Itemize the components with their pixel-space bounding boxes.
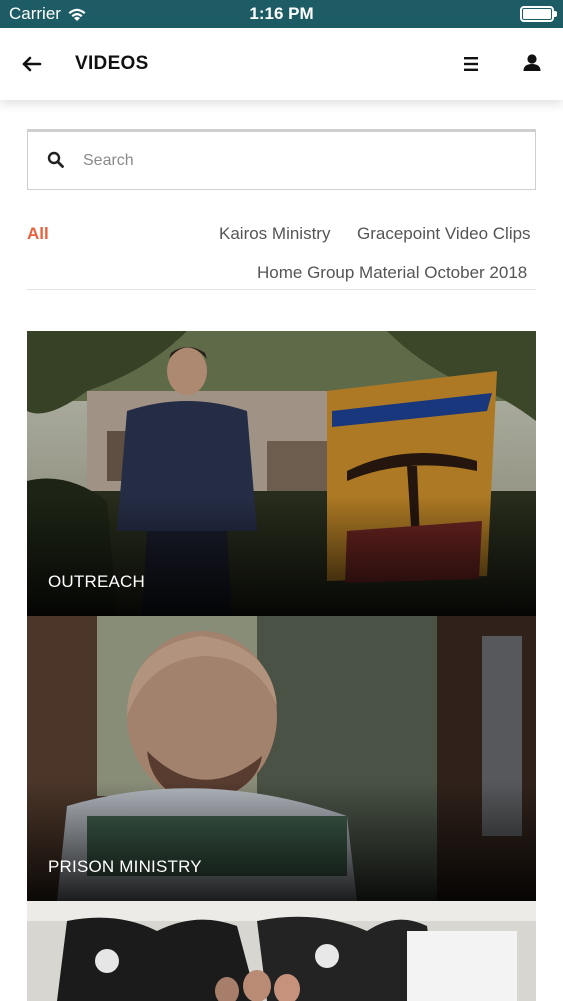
- video-card-prison-ministry[interactable]: PRISON MINISTRY: [27, 616, 536, 901]
- app-header: VIDEOS: [0, 28, 563, 100]
- status-bar: Carrier 1:16 PM: [0, 0, 563, 28]
- battery-icon: [520, 6, 557, 22]
- arrow-left-icon[interactable]: [18, 50, 46, 78]
- video-list: OUTREACH PRISON MINISTRY: [27, 331, 536, 1001]
- filter-kairos-ministry[interactable]: Kairos Ministry: [219, 224, 330, 244]
- video-title: PRISON MINISTRY: [48, 857, 202, 876]
- video-card-outreach[interactable]: OUTREACH: [27, 331, 536, 616]
- user-icon[interactable]: [520, 51, 544, 75]
- video-card[interactable]: [27, 901, 536, 1001]
- video-title: OUTREACH: [48, 572, 145, 591]
- filter-home-group-material[interactable]: Home Group Material October 2018: [257, 263, 527, 283]
- category-filters: All Kairos Ministry Gracepoint Video Cli…: [27, 216, 536, 290]
- filter-gracepoint-video-clips[interactable]: Gracepoint Video Clips: [357, 224, 531, 244]
- hamburger-menu-icon[interactable]: [459, 52, 483, 76]
- search-input[interactable]: [83, 144, 513, 178]
- filter-all[interactable]: All: [27, 224, 49, 244]
- search-box: [27, 129, 536, 190]
- search-icon: [47, 151, 64, 168]
- status-time: 1:16 PM: [249, 4, 314, 23]
- video-thumbnail: [27, 901, 536, 1001]
- page-title: VIDEOS: [75, 53, 149, 74]
